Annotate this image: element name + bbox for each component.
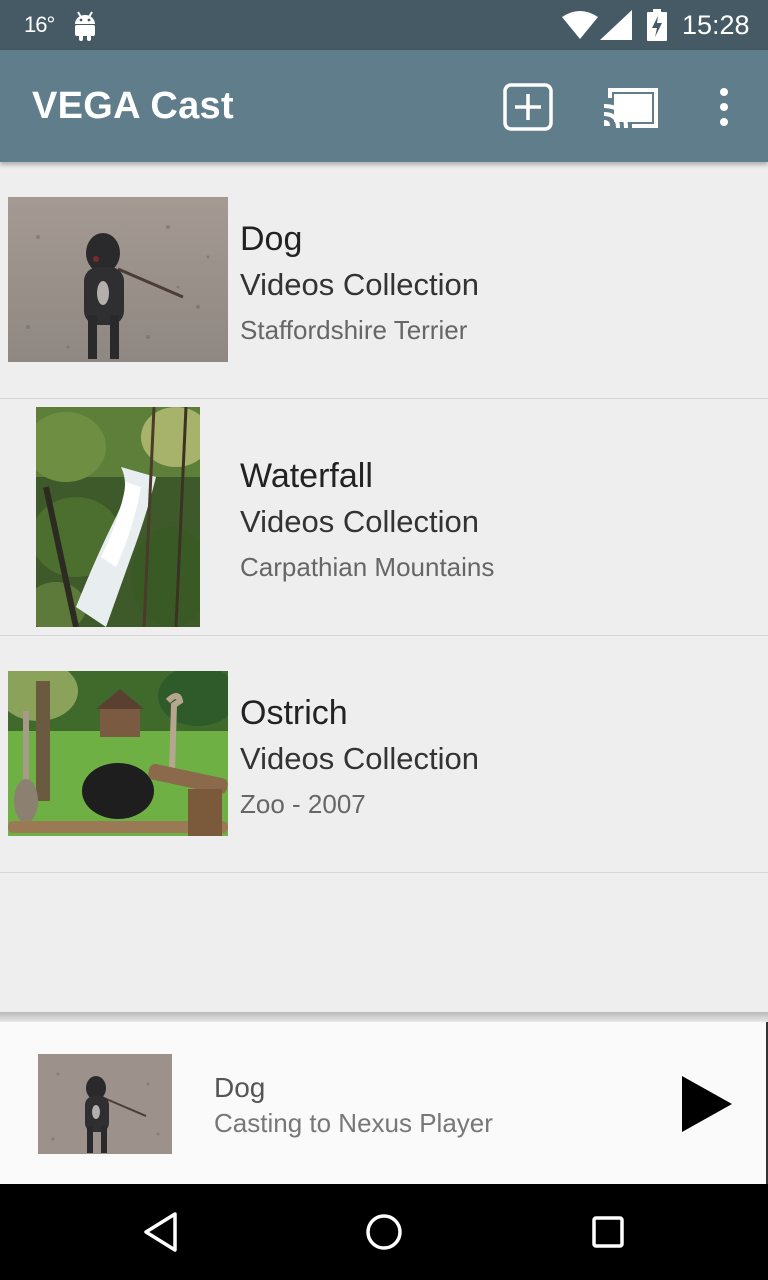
android-icon	[75, 11, 95, 41]
recents-icon[interactable]	[590, 1210, 626, 1254]
video-subtitle: Zoo - 2007	[240, 789, 366, 819]
wifi-icon	[562, 11, 598, 39]
app-toolbar: VEGA Cast	[0, 50, 768, 162]
temperature-text: 16°	[24, 12, 55, 37]
video-subtitle: Staffordshire Terrier	[240, 315, 468, 345]
video-item-ostrich[interactable]: Ostrich Videos Collection Zoo - 2007	[0, 636, 768, 873]
video-title: Waterfall	[240, 457, 373, 495]
mini-controller-subtitle: Casting to Nexus Player	[214, 1108, 493, 1138]
video-subtitle: Carpathian Mountains	[240, 552, 495, 582]
mini-controller-divider	[0, 1012, 768, 1022]
home-icon[interactable]	[364, 1210, 404, 1254]
mini-controller-thumbnail	[38, 1054, 172, 1154]
system-nav-bar	[0, 1184, 768, 1280]
signal-icon	[600, 10, 632, 40]
video-studio: Videos Collection	[240, 504, 479, 539]
video-list: Dog Videos Collection Staffordshire Terr…	[0, 162, 768, 873]
back-icon[interactable]	[140, 1210, 180, 1254]
clock-text: 15:28	[682, 10, 750, 40]
app-title: VEGA Cast	[32, 85, 234, 127]
video-studio: Videos Collection	[240, 267, 479, 302]
video-thumbnail	[8, 197, 228, 362]
video-thumbnail	[8, 671, 228, 836]
video-item-dog[interactable]: Dog Videos Collection Staffordshire Terr…	[0, 162, 768, 399]
video-item-waterfall[interactable]: Waterfall Videos Collection Carpathian M…	[0, 399, 768, 636]
video-thumbnail	[36, 407, 200, 627]
status-bar: 16° 15:28	[0, 0, 768, 50]
video-studio: Videos Collection	[240, 741, 479, 776]
more-vert-icon[interactable]	[710, 86, 738, 128]
mini-controller-title: Dog	[214, 1072, 266, 1103]
video-title: Dog	[240, 220, 303, 258]
cast-icon[interactable]	[602, 86, 660, 130]
mini-controller[interactable]: Dog Casting to Nexus Player	[0, 1022, 768, 1184]
video-title: Ostrich	[240, 694, 348, 732]
play-icon[interactable]	[676, 1072, 736, 1136]
battery-charging-icon	[647, 9, 667, 41]
add-box-icon[interactable]	[502, 82, 554, 132]
